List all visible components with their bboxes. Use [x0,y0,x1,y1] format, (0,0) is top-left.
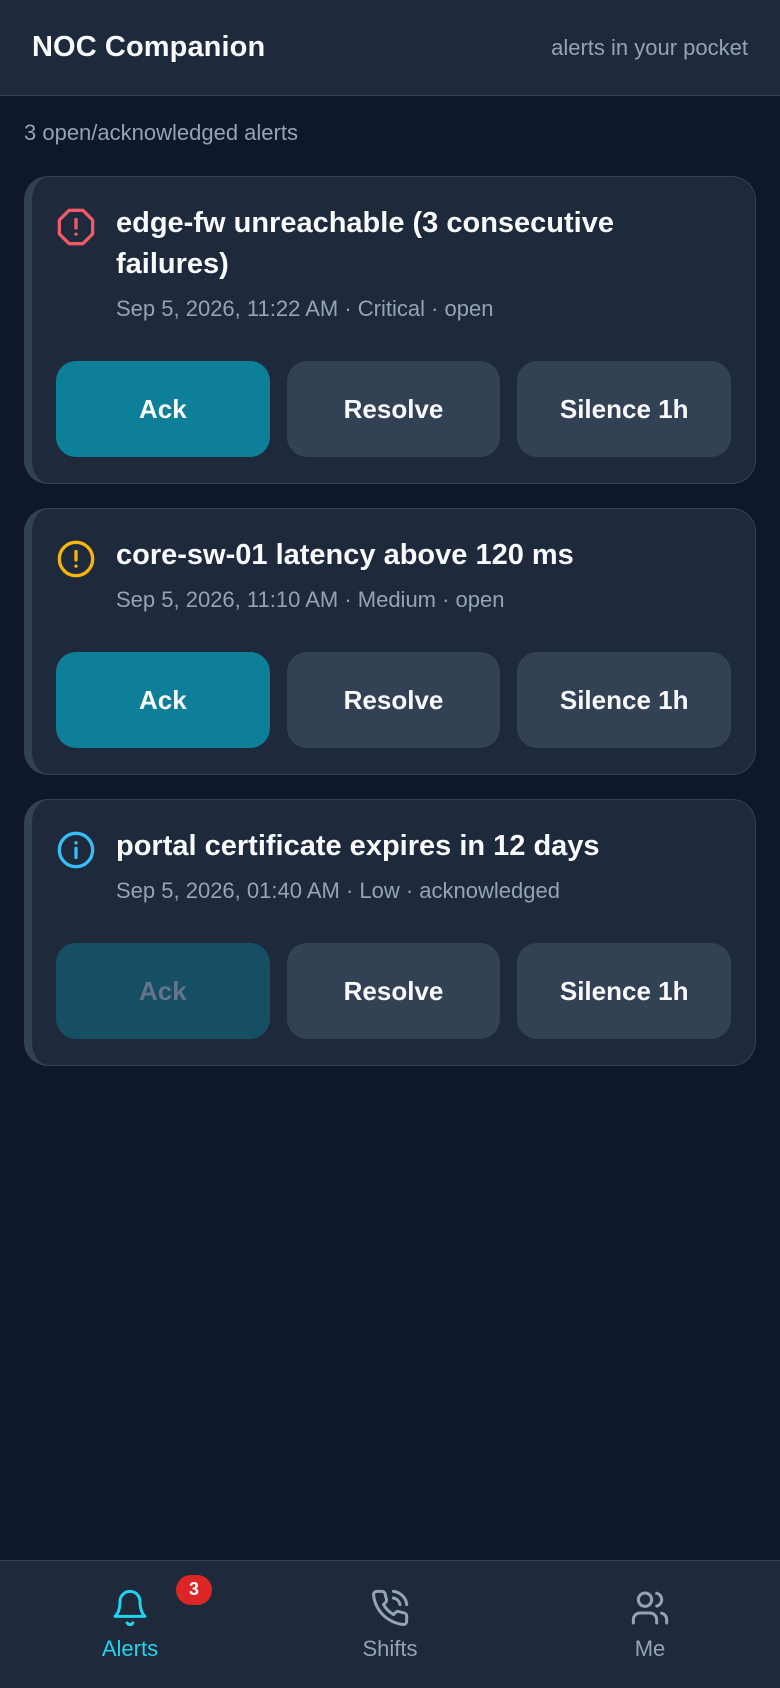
nav-item-alerts[interactable]: Alerts 3 [0,1561,260,1688]
alert-card: edge-fw unreachable (3 consecutive failu… [24,176,756,484]
alert-title: portal certificate expires in 12 days [116,830,600,862]
silence-button[interactable]: Silence 1h [517,361,732,457]
alert-card: portal certificate expires in 12 days Se… [24,799,756,1066]
alert-title: core-sw-01 latency above 120 ms [116,539,574,571]
bell-icon [110,1588,150,1628]
alert-meta: Sep 5, 2026, 01:40 AM · Low · acknowledg… [116,878,560,903]
alert-card-text: core-sw-01 latency above 120 ms Sep 5, 2… [116,535,731,614]
alert-actions: Ack Resolve Silence 1h [56,943,732,1039]
alert-card-text: portal certificate expires in 12 days Se… [116,826,731,905]
silence-button[interactable]: Silence 1h [517,943,732,1039]
ack-button: Ack [56,943,270,1039]
alert-card-header: portal certificate expires in 12 days Se… [56,826,731,905]
bottom-nav: Alerts 3 Shifts Me [0,1560,780,1688]
app-title: NOC Companion [32,31,266,63]
ack-button[interactable]: Ack [56,361,270,457]
octagon-alert-icon [56,207,96,247]
resolve-button[interactable]: Resolve [286,943,501,1039]
alerts-count-badge: 3 [176,1574,212,1605]
alert-title: edge-fw unreachable (3 consecutive failu… [116,207,614,280]
nav-label: Alerts [101,1635,159,1661]
ack-button[interactable]: Ack [56,652,270,748]
resolve-button[interactable]: Resolve [286,652,501,748]
alert-meta: Sep 5, 2026, 11:10 AM · Medium · open [116,587,505,612]
circle-alert-icon [56,539,96,579]
nav-label: Shifts [362,1635,418,1661]
app-header: NOC Companion alerts in your pocket [0,0,780,96]
alert-card-header: core-sw-01 latency above 120 ms Sep 5, 2… [56,535,731,614]
nav-label: Me [634,1635,666,1661]
info-icon [56,830,96,870]
silence-button[interactable]: Silence 1h [517,652,732,748]
alert-list: edge-fw unreachable (3 consecutive failu… [24,176,756,1090]
alert-card-text: edge-fw unreachable (3 consecutive failu… [116,203,731,323]
app-tagline: alerts in your pocket [551,34,748,60]
alert-actions: Ack Resolve Silence 1h [56,361,732,457]
users-icon [630,1588,670,1628]
alert-summary: 3 open/acknowledged alerts [24,120,298,145]
alert-card: core-sw-01 latency above 120 ms Sep 5, 2… [24,508,756,775]
alert-card-header: edge-fw unreachable (3 consecutive failu… [56,203,731,323]
nav-item-shifts[interactable]: Shifts [260,1561,520,1688]
alert-actions: Ack Resolve Silence 1h [56,652,732,748]
app-root: NOC Companion alerts in your pocket 3 op… [0,0,780,1688]
nav-item-me[interactable]: Me [520,1561,780,1688]
phone-call-icon [370,1588,410,1628]
resolve-button[interactable]: Resolve [286,361,501,457]
alert-meta: Sep 5, 2026, 11:22 AM · Critical · open [116,296,494,321]
